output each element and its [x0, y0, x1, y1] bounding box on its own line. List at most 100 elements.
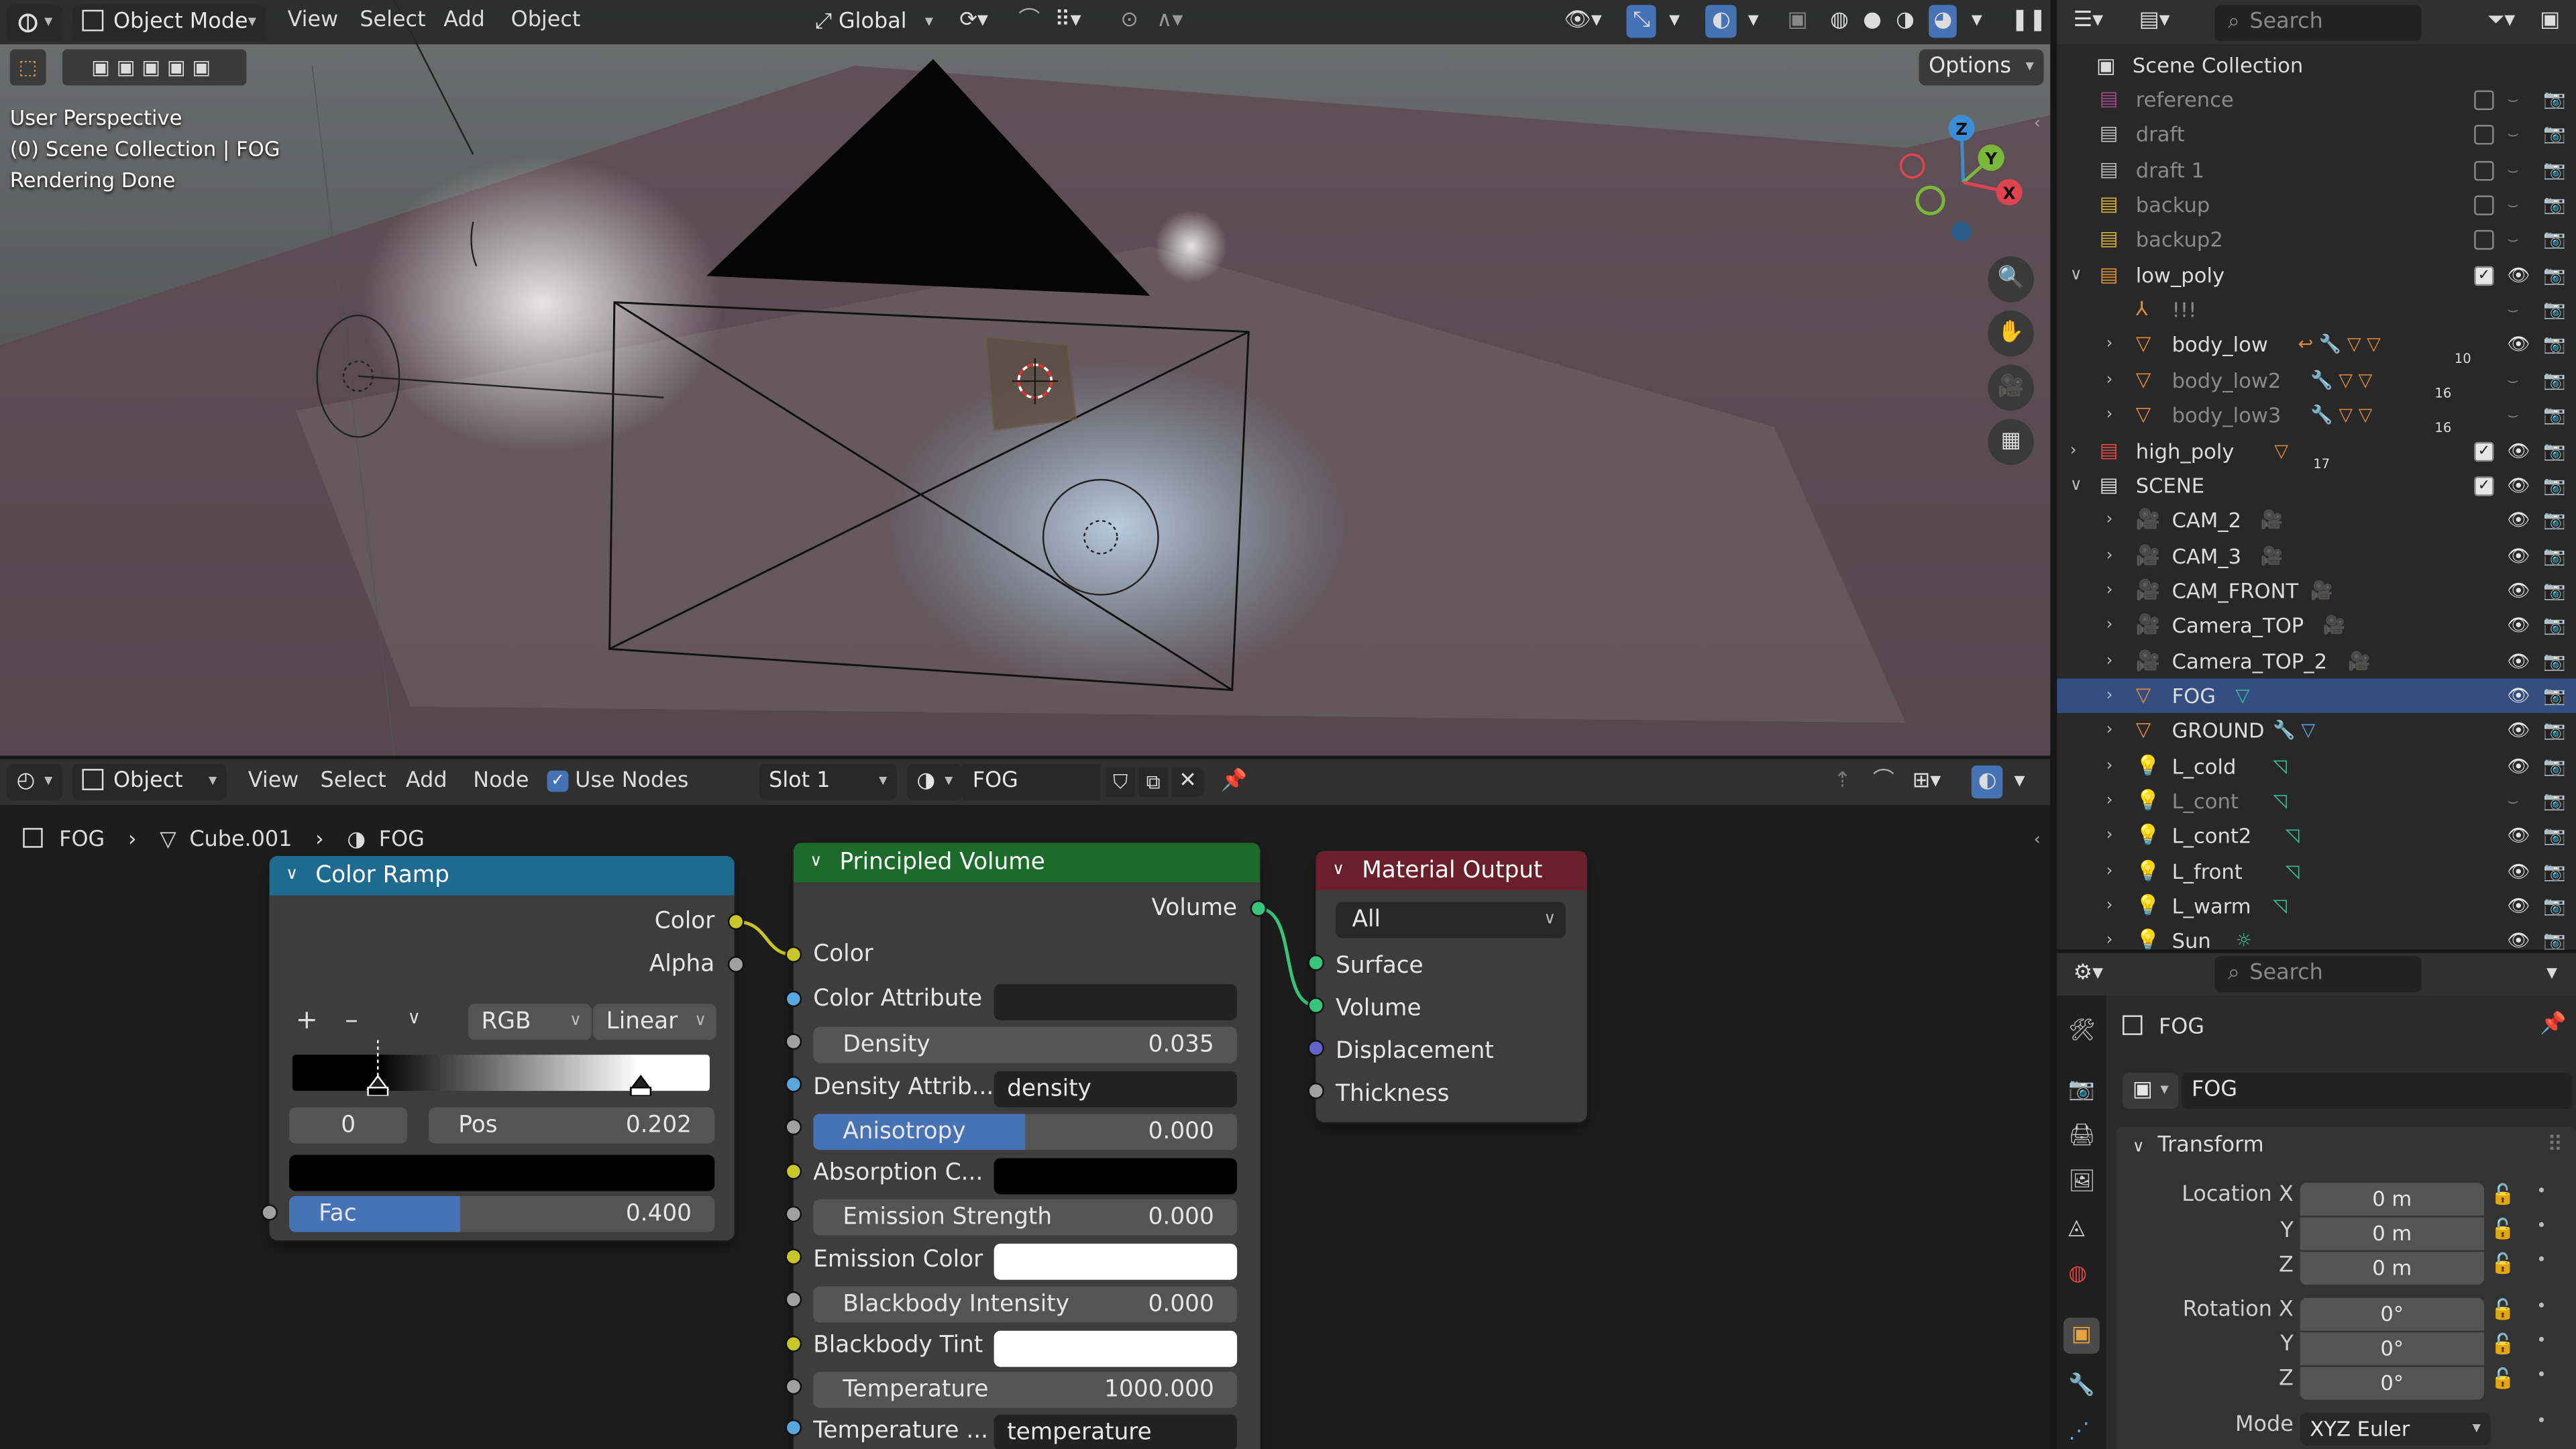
pan-hand-button[interactable]: ✋ — [1988, 310, 2034, 357]
outliner-row[interactable]: › 💡 L_front ◹ 👁 📷 — [2057, 854, 2576, 888]
rotation-mode-dropdown[interactable]: XYZ Euler ▾ — [2300, 1413, 2491, 1446]
output-target-dropdown[interactable]: All ∨ — [1336, 902, 1566, 938]
visibility-eye-icon[interactable]: 👁 — [2507, 433, 2530, 467]
render-camera-icon[interactable]: 📷 — [2543, 749, 2566, 783]
outliner-row[interactable]: › 💡 Sun ☼ 👁 📷 — [2057, 924, 2576, 950]
material-output-node[interactable]: ∨ Material Output All ∨ Surface Volume Dis… — [1316, 851, 1587, 1122]
panel-drag-icon[interactable]: ⠿ — [2547, 1127, 2563, 1167]
outliner-search-field[interactable]: ⌕ Search — [2214, 5, 2422, 42]
pv-color-attribute-field[interactable] — [994, 983, 1238, 1020]
render-camera-icon[interactable]: 📷 — [2543, 889, 2566, 923]
add-stop-button[interactable]: + — [296, 1004, 318, 1035]
lock-rotation-x-icon[interactable]: 🔓 — [2491, 1298, 2516, 1321]
render-camera-icon[interactable]: 📷 — [2543, 363, 2566, 397]
scene-collection-row[interactable]: ▣ Scene Collection — [2057, 48, 2576, 82]
render-camera-icon[interactable]: 📷 — [2543, 433, 2566, 467]
remove-stop-button[interactable]: – — [345, 1004, 358, 1035]
keyframe-dot-icon[interactable]: • — [2536, 1218, 2546, 1236]
render-camera-icon[interactable]: 📷 — [2543, 187, 2566, 221]
visibility-dropdown-icon[interactable]: 👁▾ — [1564, 0, 1601, 43]
outliner-row[interactable]: › 💡 L_cold ◹ 👁 📷 — [2057, 749, 2576, 783]
location-y-field[interactable]: 0 m — [2300, 1217, 2484, 1250]
socket-pv-density-in[interactable] — [785, 1033, 802, 1050]
outliner-row[interactable]: › 🎥 CAM_2 🎥 👁 📷 — [2057, 503, 2576, 537]
ortho-toggle-button[interactable]: ▦ — [1988, 419, 2034, 466]
gizmo-toggle-icon[interactable]: ⤡ — [1626, 5, 1657, 38]
render-camera-icon[interactable]: 📷 — [2543, 398, 2566, 432]
view-layer-tab-icon[interactable]: 🖼 — [2068, 1170, 2095, 1195]
socket-mo-thickness-in[interactable] — [1307, 1082, 1324, 1099]
render-camera-icon[interactable]: 📷 — [2543, 678, 2566, 712]
properties-area[interactable]: ⚙▾ ⌕ Search ▾ 🛠 📷 🖨 🖼 ◬ ◍ ▣ 🔧 ⋰ FOG 📌 ▣ ▾ … — [2057, 953, 2576, 1449]
visibility-eye-icon[interactable]: 👁 — [2507, 643, 2530, 678]
outliner-editor-type-icon[interactable]: ☰▾ — [2074, 0, 2104, 43]
expand-closed-icon[interactable]: › — [2106, 643, 2113, 678]
color-stop-1-handle[interactable] — [628, 1040, 654, 1096]
visibility-eye-icon[interactable]: 👁 — [2507, 889, 2530, 923]
object-datablock-browse[interactable]: ▣ ▾ — [2123, 1073, 2179, 1110]
socket-pv-absorption-in[interactable] — [785, 1163, 802, 1180]
socket-mo-volume-in[interactable] — [1307, 997, 1324, 1014]
exclude-checkbox[interactable] — [2474, 195, 2494, 215]
falloff-icon[interactable]: ∧▾ — [1157, 0, 1183, 43]
lock-location-z-icon[interactable]: 🔓 — [2491, 1252, 2516, 1275]
render-camera-icon[interactable]: 📷 — [2543, 643, 2566, 678]
area-divider-right[interactable] — [2057, 949, 2576, 953]
expand-closed-icon[interactable]: › — [2106, 573, 2113, 607]
color-stop-0-handle[interactable] — [365, 1040, 391, 1096]
pv-emission-color-swatch[interactable] — [994, 1243, 1238, 1280]
outliner-row[interactable]: ∨ ▤ SCENE ✓ 👁 📷 — [2057, 468, 2576, 502]
outliner-area[interactable]: ☰▾ ▤▾ ⌕ Search ⏷▾ ▣ ▣ Scene Collection ▤ r… — [2057, 0, 2576, 950]
visibility-eye-icon[interactable]: 👁 — [2507, 608, 2530, 643]
menu-select[interactable]: Select — [360, 0, 425, 43]
expand-closed-icon[interactable]: › — [2106, 363, 2113, 397]
socket-pv-emission-strength-in[interactable] — [785, 1205, 802, 1223]
properties-search-field[interactable]: ⌕ Search — [2214, 956, 2422, 993]
outliner-row[interactable]: › ▽ body_low3 🔧 ▽ ▽ ⌣ 📷 — [2057, 398, 2576, 432]
menu-view[interactable]: View — [288, 0, 339, 43]
expand-open-icon[interactable]: ∨ — [2070, 468, 2082, 502]
socket-pv-anisotropy-in[interactable] — [785, 1118, 802, 1136]
area-divider-vertical[interactable] — [2050, 0, 2057, 1449]
overlay-dropdown-icon[interactable]: ▾ — [1748, 0, 1759, 43]
particles-tab-icon[interactable]: ⋰ — [2068, 1419, 2090, 1444]
keyframe-dot-icon[interactable]: • — [2536, 1183, 2546, 1201]
socket-pv-temperature-attr-in[interactable] — [785, 1419, 802, 1436]
lock-location-y-icon[interactable]: 🔓 — [2491, 1218, 2516, 1240]
tool-tab-icon[interactable]: 🛠 — [2068, 1018, 2095, 1043]
collapse-icon[interactable]: ∨ — [286, 856, 298, 896]
socket-ramp-alpha-out[interactable] — [727, 956, 745, 973]
filter-icon[interactable]: ⏷▾ — [2487, 0, 2515, 43]
collapse-icon[interactable]: ∨ — [1332, 851, 1344, 891]
keyframe-dot-icon[interactable]: • — [2536, 1298, 2546, 1316]
render-camera-icon[interactable]: 📷 — [2543, 854, 2566, 888]
world-tab-icon[interactable]: ◍ — [2068, 1262, 2087, 1287]
zoom-button[interactable]: 🔍 — [1988, 256, 2034, 303]
material-output-header[interactable]: ∨ Material Output — [1316, 851, 1587, 891]
visibility-eye-icon[interactable]: 👁 — [2507, 503, 2530, 537]
properties-options-icon[interactable]: ▾ — [2546, 953, 2557, 996]
socket-ramp-fac-in[interactable] — [261, 1204, 278, 1221]
visibility-eye-icon[interactable]: ⌣ — [2507, 363, 2519, 397]
pv-density-attribute-field[interactable]: density — [994, 1071, 1238, 1108]
output-tab-icon[interactable]: 🖨 — [2068, 1124, 2095, 1148]
render-camera-icon[interactable]: 📷 — [2543, 82, 2566, 116]
shading-rendered-icon[interactable]: ◕ — [1929, 5, 1957, 38]
transform-panel-header[interactable]: ∨ Transform ⠿ — [2116, 1127, 2576, 1167]
pv-temperature-field[interactable]: Temperature 1000.000 — [813, 1371, 1238, 1408]
rotation-y-field[interactable]: 0° — [2300, 1332, 2484, 1366]
display-mode-icon[interactable]: ▤▾ — [2139, 0, 2170, 43]
render-camera-icon[interactable]: 📷 — [2543, 468, 2566, 502]
socket-pv-emission-color-in[interactable] — [785, 1248, 802, 1265]
principled-volume-header[interactable]: ∨ Principled Volume — [793, 843, 1260, 883]
render-camera-icon[interactable]: 📷 — [2543, 538, 2566, 572]
render-camera-icon[interactable]: 📷 — [2543, 223, 2566, 257]
area-divider-horizontal[interactable] — [0, 755, 2051, 759]
visibility-eye-icon[interactable]: 👁 — [2507, 749, 2530, 783]
visibility-eye-icon[interactable]: ⌣ — [2507, 784, 2519, 818]
pv-temperature-attr-field[interactable]: temperature — [994, 1414, 1238, 1449]
outliner-row[interactable]: ∨ ▤ low_poly ✓ 👁 📷 — [2057, 258, 2576, 292]
visibility-eye-icon[interactable]: ⌣ — [2507, 292, 2519, 327]
expand-closed-icon[interactable]: › — [2106, 538, 2113, 572]
pause-render-icon[interactable]: ❚❚ — [2011, 0, 2047, 43]
